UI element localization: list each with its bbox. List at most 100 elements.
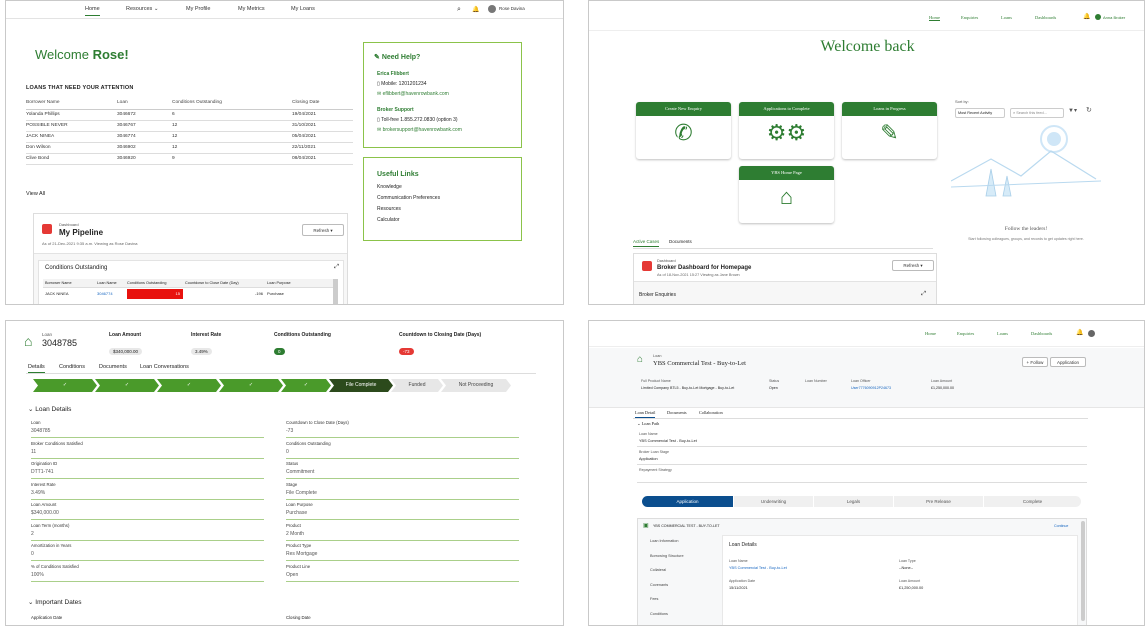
form-nav-item[interactable]: Borrowing Structure <box>650 554 684 558</box>
tile-ybs-home[interactable]: YBS Home Page ⌂ <box>739 166 834 223</box>
nav-dashboards[interactable]: Dashboards <box>1031 331 1052 336</box>
nav-home[interactable]: Home <box>925 331 936 336</box>
bell-icon[interactable]: 🔔 <box>1083 13 1090 20</box>
loan-cell[interactable]: 3046902 <box>117 142 172 154</box>
loan-form: ▣ YBS COMMERCIAL TEST - BUY-TO-LET Conti… <box>637 518 1087 625</box>
tab-loan-conversations[interactable]: Loan Conversations <box>140 364 189 370</box>
link-calculator[interactable]: Calculator <box>377 217 400 223</box>
avatar[interactable] <box>1095 14 1101 20</box>
path-pre-release[interactable]: Pre Release <box>894 496 983 507</box>
tile-applications[interactable]: Applications to Complete ⚙⚙ <box>739 102 834 159</box>
nav-my-metrics[interactable]: My Metrics <box>238 6 265 12</box>
document-edit-icon: ✎ <box>880 120 899 145</box>
link-resources[interactable]: Resources <box>377 206 401 212</box>
contact-email-text[interactable]: eflibbert@havenrowbank.com <box>383 91 449 97</box>
table-row[interactable]: JACK NINEA 3046774 12 05/04/2021 <box>26 131 353 143</box>
hf-value-officer[interactable]: User7776090912P24673 <box>851 386 891 390</box>
bell-icon[interactable]: 🔔 <box>1076 329 1083 336</box>
loan-path-section[interactable]: ⌄ Loan Path <box>637 421 659 427</box>
path-legals[interactable]: Legals <box>814 496 893 507</box>
path-application[interactable]: Application <box>642 496 733 507</box>
stage-complete-3[interactable]: ✓ <box>157 379 221 392</box>
sort-select[interactable]: Most Recent Activity <box>955 108 1005 118</box>
continue-link[interactable]: Continue <box>1054 524 1068 528</box>
avatar[interactable] <box>488 5 496 13</box>
loan-cell[interactable]: 3046774 <box>117 131 172 143</box>
tab-collaboration[interactable]: Collaboration <box>699 410 723 415</box>
detail-field: Loan 3048785 <box>31 419 264 438</box>
nav-loans[interactable]: Loans <box>997 331 1008 336</box>
support-email[interactable]: ✉ brokersupport@havenrowbank.com <box>377 127 462 133</box>
tab-conditions[interactable]: Conditions <box>59 364 85 370</box>
bell-icon[interactable]: 🔔 <box>472 6 479 13</box>
nav-my-loans[interactable]: My Loans <box>291 6 315 12</box>
nav-resources[interactable]: Resources ⌄ <box>126 6 158 12</box>
scrollbar[interactable] <box>333 279 338 304</box>
feed-illustration <box>951 125 1101 197</box>
form-nav-item[interactable]: Collateral <box>650 568 666 572</box>
nav-enquiries[interactable]: Enquiries <box>961 15 978 20</box>
loan-details-section[interactable]: ⌄ Loan Details <box>28 405 71 413</box>
scrollbar[interactable] <box>1081 521 1085 621</box>
tab-documents[interactable]: Documents <box>669 239 692 244</box>
table-row[interactable]: Yolanda Phillips 3046672 6 19/04/2021 <box>26 109 353 121</box>
nav-home[interactable]: Home <box>85 6 100 16</box>
nav-dashboards[interactable]: Dashboards <box>1035 15 1056 20</box>
expand-icon[interactable]: ⤢ <box>334 264 339 271</box>
stage-complete-2[interactable]: ✓ <box>95 379 159 392</box>
loan-cell[interactable]: 3046767 <box>117 120 172 132</box>
stage-not-proceeding[interactable]: Not Proceeding <box>441 379 511 392</box>
tab-loan-detail[interactable]: Loan Detail <box>635 410 656 418</box>
tile-loans-progress[interactable]: Loans in Progress ✎ <box>842 102 937 159</box>
stage-current[interactable]: File Complete <box>329 379 393 392</box>
nav-enquiries[interactable]: Enquiries <box>957 331 974 336</box>
top-nav: Home Enquiries Loans Dashboards 🔔 Anna B… <box>589 1 1144 31</box>
stage-complete-5[interactable]: ✓ <box>281 379 331 392</box>
table-row[interactable]: Clive Bond 3046920 9 08/04/2021 <box>26 153 353 165</box>
follow-button[interactable]: + Follow <box>1022 357 1048 367</box>
refresh-button[interactable]: Refresh ▾ <box>892 260 934 271</box>
loan-cell[interactable]: 3046920 <box>117 153 172 165</box>
stage-funded[interactable]: Funded <box>391 379 443 392</box>
refresh-button[interactable]: Refresh ▾ <box>302 224 344 236</box>
path-complete[interactable]: Complete <box>984 496 1081 507</box>
link-communication[interactable]: Communication Preferences <box>377 195 440 201</box>
loan-cell[interactable]: 3046672 <box>117 109 172 121</box>
tab-active-cases[interactable]: Active Cases <box>633 239 660 247</box>
tab-details[interactable]: Details <box>28 364 45 373</box>
filter-icon[interactable]: ▼▾ <box>1068 107 1077 114</box>
user-name[interactable]: Rose Davina <box>499 6 525 11</box>
table-row[interactable]: POSSIBLE NEVER 3046767 12 31/10/2021 <box>26 120 353 132</box>
form-nav-item[interactable]: Conditions <box>650 612 668 616</box>
application-button[interactable]: Application <box>1050 357 1086 367</box>
form-nav-item[interactable]: Fees <box>650 597 658 601</box>
feed-search-input[interactable]: ⌕ Search this feed... <box>1010 108 1064 118</box>
nav-loans[interactable]: Loans <box>1001 15 1012 20</box>
important-dates-section[interactable]: ⌄ Important Dates <box>28 598 82 606</box>
view-all-link[interactable]: View All <box>26 191 45 197</box>
link-knowledge[interactable]: Knowledge <box>377 184 402 190</box>
stage-complete-1[interactable]: ✓ <box>33 379 97 392</box>
tab-documents[interactable]: Documents <box>99 364 127 370</box>
avatar[interactable] <box>1088 330 1095 337</box>
nav-home[interactable]: Home <box>929 15 940 21</box>
contact-email[interactable]: ✉ eflibbert@havenrowbank.com <box>377 91 449 97</box>
search-icon[interactable]: ⌕ <box>457 6 461 14</box>
path-underwriting[interactable]: Underwriting <box>734 496 813 507</box>
conditions-cell: 12 <box>172 120 292 132</box>
detail-field: Broker Conditions Satisfied 11 <box>31 440 264 459</box>
w-loan[interactable]: 3046774 <box>97 291 113 296</box>
table-row[interactable]: Don Wilson 3046902 12 22/11/2021 <box>26 142 353 154</box>
support-email-text[interactable]: brokersupport@havenrowbank.com <box>383 127 462 133</box>
form-nav-item[interactable]: Loan Information <box>650 539 679 543</box>
refresh-icon[interactable]: ↻ <box>1086 106 1092 114</box>
expand-icon[interactable]: ⤢ <box>921 291 926 298</box>
form-nav-item[interactable]: Covenants <box>650 583 668 587</box>
tile-create-enquiry[interactable]: Create New Enquiry ✆ <box>636 102 731 159</box>
user-name[interactable]: Anna Broker <box>1103 15 1125 20</box>
tab-documents[interactable]: Documents <box>667 410 687 415</box>
stage-complete-4[interactable]: ✓ <box>219 379 283 392</box>
table-row[interactable]: JACK NINEA 3046774 15 -196 Purchase <box>43 289 335 299</box>
detail-name-value[interactable]: YBS Commercial Test - Buy-to-Let <box>729 566 787 570</box>
nav-my-profile[interactable]: My Profile <box>186 6 210 12</box>
